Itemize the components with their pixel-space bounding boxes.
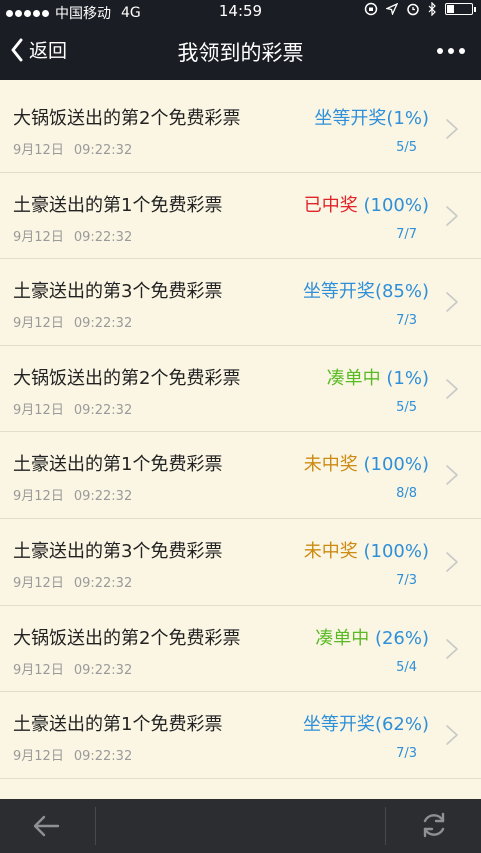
chevron-right-icon (446, 378, 458, 399)
ticket-count: 7/3 (396, 746, 417, 762)
ticket-datetime: 9月12日 09:22:32 (13, 399, 132, 418)
ticket-row[interactable]: 土豪送出的第3个免费彩票 9月12日 09:22:32 坐等开奖(85%) 7/3 (0, 259, 481, 346)
ticket-count: 7/7 (396, 226, 417, 242)
ticket-time: 09:22:32 (73, 229, 133, 245)
ticket-datetime: 9月12日 09:22:32 (13, 572, 132, 591)
ticket-percent: (85%) (374, 281, 429, 303)
ticket-status: 坐等开奖(85%) (303, 277, 429, 303)
ticket-date: 9月12日 (13, 229, 64, 245)
ticket-date: 9月12日 (13, 749, 64, 765)
ticket-list: 大锅饭送出的第2个免费彩票 9月12日 09:22:32 坐等开奖(1%) 5/5… (0, 86, 481, 779)
ticket-row[interactable]: 土豪送出的第1个免费彩票 9月12日 09:22:32 坐等开奖(62%) 7/3 (0, 692, 481, 779)
ticket-datetime: 9月12日 09:22:32 (13, 226, 132, 245)
status-bar: 中国移动 4G 14:59 (0, 0, 481, 22)
ticket-time: 09:22:32 (73, 489, 133, 505)
ticket-time: 09:22:32 (73, 662, 133, 678)
ticket-status-text: 未中奖 (303, 540, 358, 562)
more-dots-icon[interactable] (437, 48, 465, 54)
ticket-status-text: 坐等开奖 (302, 714, 375, 736)
ticket-count: 5/5 (396, 140, 417, 155)
ticket-status: 未中奖 (100%) (304, 537, 429, 563)
ticket-name: 土豪送出的第1个免费彩票 (13, 194, 223, 216)
ticket-percent: (1%) (386, 108, 429, 129)
ticket-percent: (1%) (380, 367, 429, 389)
chevron-right-icon (446, 638, 458, 659)
toolbar-divider (95, 807, 96, 845)
ticket-row[interactable]: 大锅饭送出的第2个免费彩票 9月12日 09:22:32 凑单中 (1%) 5/5 (0, 345, 481, 433)
refresh-icon[interactable] (419, 810, 449, 840)
ticket-row[interactable]: 土豪送出的第1个免费彩票 9月12日 09:22:32 未中奖 (100%) 8/… (0, 432, 481, 519)
ticket-status-text: 未中奖 (303, 454, 358, 476)
ticket-status-text: 坐等开奖 (302, 281, 375, 303)
ticket-percent: (100%) (357, 454, 429, 476)
chevron-right-icon (446, 552, 458, 572)
arrow-left-icon[interactable] (30, 812, 62, 840)
ticket-count: 5/4 (396, 659, 417, 675)
ticket-datetime: 9月12日 09:22:32 (13, 485, 132, 504)
ticket-percent: (26%) (369, 627, 429, 649)
ticket-date: 9月12日 (13, 575, 64, 591)
ticket-status-text: 凑单中 (315, 627, 370, 649)
ticket-name: 土豪送出的第3个免费彩票 (13, 281, 223, 303)
ticket-date: 9月12日 (13, 402, 64, 418)
ticket-count: 8/8 (396, 486, 417, 502)
ticket-count: 5/5 (396, 399, 417, 415)
ticket-datetime: 9月12日 09:22:32 (13, 139, 132, 158)
battery-icon (445, 3, 476, 15)
ticket-date: 9月12日 (13, 316, 64, 332)
ticket-name: 土豪送出的第1个免费彩票 (13, 714, 223, 736)
ticket-row[interactable]: 大锅饭送出的第2个免费彩票 9月12日 09:22:32 坐等开奖(1%) 5/5 (0, 86, 481, 173)
ticket-time: 09:22:32 (73, 402, 133, 418)
ticket-status: 坐等开奖(1%) (314, 104, 429, 130)
alarm-icon (407, 3, 419, 16)
ticket-percent: (100%) (357, 194, 429, 216)
ticket-datetime: 9月12日 09:22:32 (13, 745, 132, 764)
ticket-count: 7/3 (396, 572, 417, 588)
ticket-name: 土豪送出的第1个免费彩票 (13, 454, 223, 476)
page-title: 我领到的彩票 (177, 41, 304, 65)
ticket-status: 未中奖 (100%) (304, 450, 429, 476)
ticket-date: 9月12日 (13, 662, 64, 678)
chevron-right-icon (446, 119, 458, 139)
ticket-name: 大锅饭送出的第2个免费彩票 (13, 108, 241, 129)
ticket-percent: (62%) (374, 714, 429, 736)
ticket-status: 凑单中 (26%) (315, 624, 429, 650)
chevron-right-icon (446, 205, 458, 226)
ticket-datetime: 9月12日 09:22:32 (13, 659, 132, 678)
ticket-status-text: 已中奖 (303, 194, 358, 216)
ticket-row[interactable]: 大锅饭送出的第2个免费彩票 9月12日 09:22:32 凑单中 (26%) 5/… (0, 605, 481, 693)
ticket-name: 大锅饭送出的第2个免费彩票 (13, 627, 241, 649)
toolbar-divider (385, 807, 386, 845)
bottom-toolbar (0, 799, 481, 853)
ticket-status-text: 坐等开奖 (314, 108, 387, 129)
location-icon (386, 3, 398, 15)
ticket-row[interactable]: 土豪送出的第3个免费彩票 9月12日 09:22:32 未中奖 (100%) 7/… (0, 518, 481, 606)
chevron-right-icon (446, 725, 458, 745)
ticket-name: 土豪送出的第3个免费彩票 (13, 540, 223, 562)
ticket-time: 09:22:32 (73, 575, 133, 591)
ticket-percent: (100%) (357, 540, 429, 562)
ticket-time: 09:22:32 (73, 749, 133, 765)
ticket-time: 09:22:32 (73, 316, 133, 332)
ticket-status: 凑单中 (1%) (327, 364, 429, 390)
chevron-right-icon (446, 465, 458, 486)
ticket-date: 9月12日 (13, 489, 64, 505)
ticket-time: 09:22:32 (73, 143, 133, 158)
ticket-status: 已中奖 (100%) (304, 191, 429, 217)
bluetooth-icon (428, 2, 436, 16)
ticket-name: 大锅饭送出的第2个免费彩票 (13, 367, 241, 389)
ticket-status: 坐等开奖(62%) (303, 710, 429, 736)
ticket-date: 9月12日 (13, 143, 64, 158)
nav-bar: 返回 我领到的彩票 (0, 22, 481, 80)
ticket-row[interactable]: 土豪送出的第1个免费彩票 9月12日 09:22:32 已中奖 (100%) 7/… (0, 172, 481, 260)
rotation-lock-icon (364, 2, 378, 16)
chevron-right-icon (446, 292, 458, 312)
ticket-count: 7/3 (396, 313, 417, 329)
ticket-datetime: 9月12日 09:22:32 (13, 312, 132, 331)
ticket-status-text: 凑单中 (326, 367, 381, 389)
